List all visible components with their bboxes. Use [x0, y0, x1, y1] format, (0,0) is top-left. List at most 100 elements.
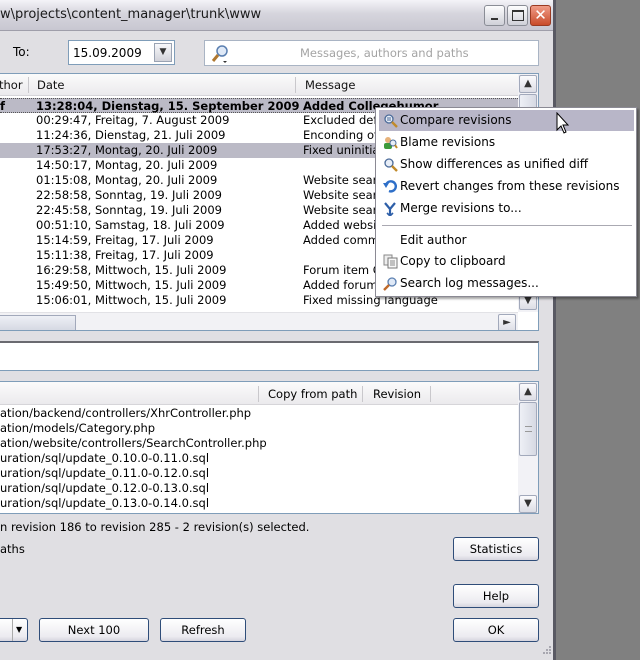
refresh-button[interactable]: Refresh [160, 618, 246, 642]
menu-item-label: Blame revisions [400, 135, 496, 149]
close-button[interactable]: ✕ [530, 5, 551, 26]
scroll-right-button[interactable]: ► [498, 314, 516, 330]
copy-icon [383, 254, 398, 269]
menu-item-search-log-messages[interactable]: Search log messages... [379, 273, 634, 294]
statistics-label: Statistics [469, 542, 523, 556]
log-row-author: f [0, 99, 6, 113]
menu-item-edit-author[interactable]: Edit author [379, 230, 634, 251]
revert-icon [383, 179, 398, 194]
log-row-message: Added forum [303, 278, 378, 292]
status-text: n revision 186 to revision 285 - 2 revis… [0, 520, 310, 534]
log-row-date: 00:51:10, Samstag, 18. Juli 2009 [36, 218, 225, 232]
blame-icon [383, 135, 398, 150]
column-divider[interactable] [258, 386, 259, 402]
menu-item-label: Revert changes from these revisions [400, 179, 620, 193]
scroll-down-button[interactable]: ▼ [519, 495, 537, 513]
menu-item-label: Merge revisions to... [400, 201, 522, 215]
menu-item-label: Search log messages... [400, 276, 539, 290]
column-date[interactable]: Date [37, 78, 65, 92]
changed-paths-list[interactable]: Copy from path Revision ation/backend/co… [0, 381, 539, 514]
menu-item-revert-changes-from-these-revisions[interactable]: Revert changes from these revisions [379, 176, 634, 197]
scroll-up-button[interactable]: ▲ [519, 75, 537, 93]
path-row[interactable]: uration/sql/update_0.10.0-0.11.0.sql [0, 451, 209, 466]
search-input[interactable]: Messages, authors and paths [204, 40, 539, 66]
resize-grip-icon[interactable] [540, 645, 552, 657]
show-all-dropdown-button[interactable]: ▼ [0, 618, 28, 642]
to-date-picker[interactable]: 15.09.2009 ▼ [68, 40, 175, 65]
log-row-message: Website sear [303, 173, 378, 187]
paths-header: Copy from path Revision [0, 382, 518, 405]
menu-item-compare-revisions[interactable]: Compare revisions [379, 110, 634, 131]
search-icon[interactable] [211, 44, 231, 64]
path-row[interactable]: ation/backend/controllers/XhrController.… [0, 406, 251, 421]
column-copy-from-path[interactable]: Copy from path [268, 387, 357, 401]
menu-item-show-differences-as-unified-diff[interactable]: Show differences as unified diff [379, 154, 634, 175]
search-icon [383, 276, 398, 291]
paths-vertical-scrollbar[interactable]: ▲ ▼ [518, 382, 538, 513]
statistics-button[interactable]: Statistics [453, 537, 539, 561]
log-row-date: 15:49:50, Mittwoch, 15. Juli 2009 [36, 278, 227, 292]
path-row[interactable]: ation/website/controllers/SearchControll… [0, 436, 267, 451]
next-100-button[interactable]: Next 100 [39, 618, 149, 642]
path-row[interactable]: uration/sql/update_0.11.0-0.12.0.sql [0, 466, 209, 481]
context-menu: Compare revisions Blame revisions Show dif… [375, 107, 637, 297]
log-row-message: Enconding of [303, 128, 379, 142]
mouse-cursor-icon [556, 112, 570, 134]
path-row[interactable]: uration/sql/update_0.13.0-0.14.0.sql [0, 496, 209, 511]
log-row-date: 22:45:58, Sonntag, 19. Juli 2009 [36, 203, 222, 217]
minimize-icon [491, 18, 498, 20]
to-label: To: [13, 45, 30, 59]
log-row-message: Website sear [303, 203, 378, 217]
scroll-up-button[interactable]: ▲ [519, 383, 537, 401]
log-row-date: 16:29:58, Mittwoch, 15. Juli 2009 [36, 263, 227, 277]
chevron-down-icon: ▼ [16, 625, 23, 634]
column-revision[interactable]: Revision [373, 387, 421, 401]
path-row[interactable]: ation/models/Category.php [0, 421, 155, 436]
menu-item-copy-to-clipboard[interactable]: Copy to clipboard [379, 251, 634, 272]
help-button[interactable]: Help [453, 584, 539, 608]
log-row-message: Fixed uninitial [303, 143, 383, 157]
log-row-message: Added comm [303, 233, 380, 247]
log-row-date: 01:15:08, Montag, 20. Juli 2009 [36, 173, 218, 187]
maximize-button[interactable] [507, 5, 528, 26]
log-list-header: thor Date Message [0, 74, 518, 96]
next-100-label: Next 100 [67, 623, 121, 637]
log-row-date: 15:06:01, Mittwoch, 15. Juli 2009 [36, 293, 227, 307]
menu-item-blame-revisions[interactable]: Blame revisions [379, 132, 634, 153]
log-row-message: Website sear [303, 188, 378, 202]
column-divider[interactable] [362, 386, 363, 402]
diff-icon [383, 157, 398, 172]
log-message-box[interactable] [0, 341, 539, 371]
minimize-button[interactable] [484, 5, 505, 26]
menu-item-label: Edit author [400, 233, 467, 247]
log-dialog: w\projects\content_manager\trunk\www ✕ T… [0, 0, 556, 660]
column-divider[interactable] [430, 386, 431, 402]
ok-label: OK [487, 623, 505, 637]
chevron-down-icon[interactable]: ▼ [154, 43, 172, 62]
merge-icon [383, 201, 398, 218]
title-bar[interactable]: w\projects\content_manager\trunk\www ✕ [0, 0, 553, 31]
path-row[interactable]: uration/sql/update_0.12.0-0.13.0.sql [0, 481, 209, 496]
log-row-date: 14:50:17, Montag, 20. Juli 2009 [36, 158, 218, 172]
column-message[interactable]: Message [305, 78, 355, 92]
column-divider[interactable] [295, 77, 296, 93]
to-date-value: 15.09.2009 [73, 46, 142, 60]
column-author[interactable]: thor [0, 78, 23, 92]
window-title: w\projects\content_manager\trunk\www [0, 7, 262, 22]
log-row-date: 15:14:59, Freitag, 17. Juli 2009 [36, 233, 214, 247]
maximize-icon [512, 10, 524, 21]
help-label: Help [482, 589, 510, 603]
log-horizontal-scrollbar[interactable]: ► [0, 312, 518, 330]
menu-item-merge-revisions-to[interactable]: Merge revisions to... [379, 198, 634, 219]
menu-item-label: Compare revisions [400, 113, 512, 127]
menu-item-label: Copy to clipboard [400, 254, 506, 268]
column-divider[interactable] [28, 77, 29, 93]
horizontal-scroll-thumb[interactable] [0, 315, 76, 330]
log-row-date: 13:28:04, Dienstag, 15. September 2009 [36, 99, 300, 113]
show-paths-label[interactable]: aths [0, 542, 25, 556]
log-row-message: Excluded def [303, 113, 378, 127]
ok-button[interactable]: OK [453, 618, 539, 642]
search-placeholder: Messages, authors and paths [300, 46, 469, 60]
refresh-label: Refresh [181, 623, 225, 637]
scroll-thumb[interactable] [519, 402, 537, 456]
